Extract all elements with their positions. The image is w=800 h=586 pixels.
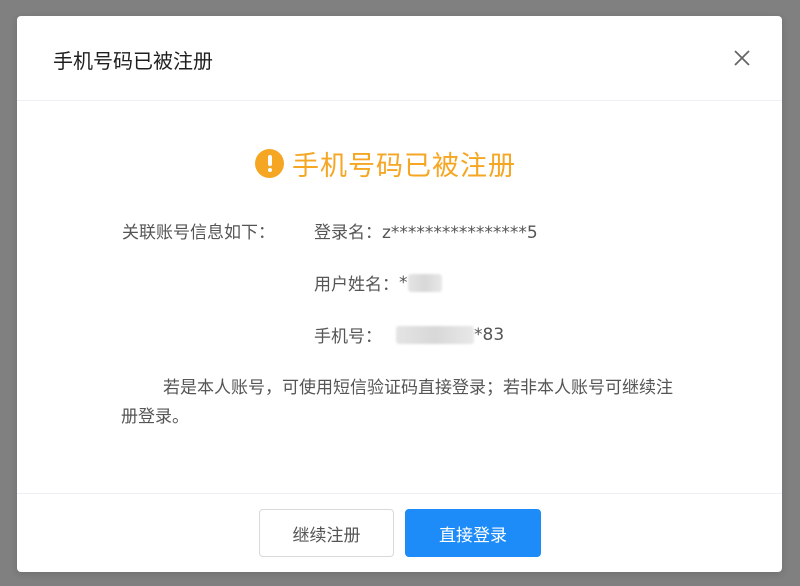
- notice-text: 手机号码已被注册: [292, 150, 516, 182]
- phone-visible: *83: [474, 324, 505, 345]
- phone-row: 手机号： *83: [314, 322, 505, 348]
- dialog-title: 手机号码已被注册: [53, 49, 213, 73]
- account-info-label: 关联账号信息如下：: [122, 223, 275, 243]
- user-name-row: 用户姓名： *: [314, 270, 442, 295]
- login-name-row: 登录名：z****************5: [314, 218, 538, 243]
- redacted-name: [407, 273, 442, 292]
- registered-notice: 手机号码已被注册: [255, 146, 516, 182]
- dialog-footer: 继续注册 直接登录: [17, 493, 782, 572]
- dialog-header: 手机号码已被注册: [17, 16, 782, 101]
- description-text: 若是本人账号，可使用短信验证码直接登录；若非本人账号可继续注册登录。: [121, 378, 673, 427]
- redacted-phone: [396, 325, 474, 344]
- user-name-label: 用户姓名：: [314, 275, 399, 295]
- close-icon: [734, 50, 750, 66]
- phone-label: 手机号：: [314, 327, 382, 347]
- warning-circle-icon: [255, 148, 284, 178]
- continue-register-button[interactable]: 继续注册: [259, 509, 394, 557]
- close-button[interactable]: [732, 48, 752, 68]
- registration-dialog: 手机号码已被注册 手机号码已被注册 关联账号信息如下： 登录名：z*******…: [17, 16, 782, 572]
- login-name-text: 登录名：z****************5: [314, 223, 538, 243]
- user-name-visible: *: [399, 272, 408, 293]
- direct-login-button[interactable]: 直接登录: [405, 509, 541, 557]
